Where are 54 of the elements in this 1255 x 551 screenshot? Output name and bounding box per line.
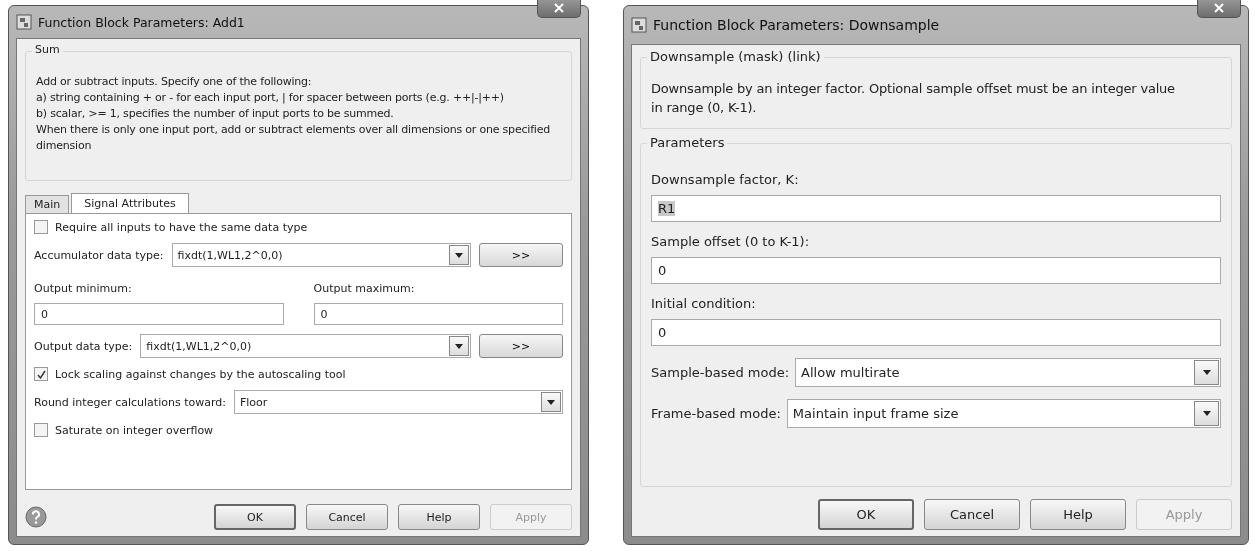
close-icon: [554, 2, 565, 13]
description-text: Downsample by an integer factor. Optional sample offset must be an integer value in range (0, K-1).: [651, 80, 1176, 117]
dialog-button[interactable]: Cancel: [924, 499, 1020, 530]
field-label: Output data type:: [34, 339, 133, 353]
group-title: Downsample (mask) (link): [647, 49, 824, 64]
dropdown[interactable]: Maintain input frame size: [786, 398, 1221, 428]
dropdown-arrow-icon: [455, 252, 464, 258]
help-icon[interactable]: [25, 506, 47, 528]
group-title: Sum: [32, 43, 63, 56]
checkbox-label: Require all inputs to have the same data type: [55, 220, 308, 234]
close-button[interactable]: [537, 0, 582, 18]
tab[interactable]: Signal Attributes: [71, 193, 189, 214]
field-label: Output minimum:: [34, 282, 133, 295]
window-title: Function Block Parameters: Add1: [38, 14, 246, 30]
dropdown[interactable]: Floor: [233, 390, 564, 414]
input-field[interactable]: 0: [651, 318, 1221, 346]
window-title: Function Block Parameters: Downsample: [653, 17, 941, 33]
dialog-button[interactable]: Help: [1030, 499, 1126, 530]
dropdown[interactable]: fixdt(1,WL1,2^0,0): [171, 243, 472, 267]
dialog-button[interactable]: Cancel: [306, 504, 389, 530]
input-field[interactable]: 0: [651, 256, 1221, 284]
checkbox-label: Lock scaling against changes by the autoscaling tool: [55, 367, 346, 381]
input-field[interactable]: 0: [34, 303, 284, 325]
close-icon: [1214, 2, 1224, 13]
field-label: Sample offset (0 to K-1):: [651, 233, 811, 249]
input-field[interactable]: R1: [651, 194, 1221, 222]
checkbox[interactable]: [34, 423, 48, 437]
dialog-button[interactable]: OK: [818, 499, 914, 530]
field-label: Frame-based mode:: [651, 405, 781, 421]
input-field[interactable]: 0: [313, 303, 564, 325]
field-label: Sample-based mode:: [651, 364, 790, 380]
dropdown-arrow-icon: [1202, 410, 1211, 416]
field-label: Output maximum:: [313, 282, 416, 295]
field-label: Round integer calculations toward:: [34, 395, 226, 409]
dropdown[interactable]: fixdt(1,WL1,2^0,0): [140, 334, 472, 358]
field-label: Downsample factor, K:: [651, 171, 800, 187]
checkbox-label: Saturate on integer overflow: [55, 423, 214, 437]
checkbox[interactable]: [34, 220, 48, 234]
dialog-button[interactable]: OK: [214, 504, 297, 530]
edit-data-type-button[interactable]: >>: [479, 243, 564, 267]
edit-data-type-button[interactable]: >>: [479, 334, 564, 358]
description-text: Add or subtract inputs. Specify one of the following: a) string containing + or - for each input port, | for spacer between ports (e.g. ++|-|++) b) scalar, >= 1, specifies the number of input ports to be summed. When there is only one input port, add or subtract elements over all dimensions or one specified dimension: [36, 74, 552, 154]
app-icon: [16, 14, 32, 30]
checkbox[interactable]: [34, 367, 48, 381]
dropdown-arrow-icon: [1202, 369, 1211, 375]
dropdown-arrow-icon: [547, 399, 556, 405]
tab[interactable]: Main: [25, 195, 70, 213]
app-icon: [631, 17, 648, 33]
dropdown-arrow-icon: [455, 343, 464, 349]
dialog-button[interactable]: Help: [398, 504, 481, 530]
close-button[interactable]: [1197, 0, 1241, 18]
field-label: Initial condition:: [651, 295, 757, 311]
field-label: Accumulator data type:: [34, 248, 164, 262]
dropdown[interactable]: Allow multirate: [795, 357, 1221, 387]
